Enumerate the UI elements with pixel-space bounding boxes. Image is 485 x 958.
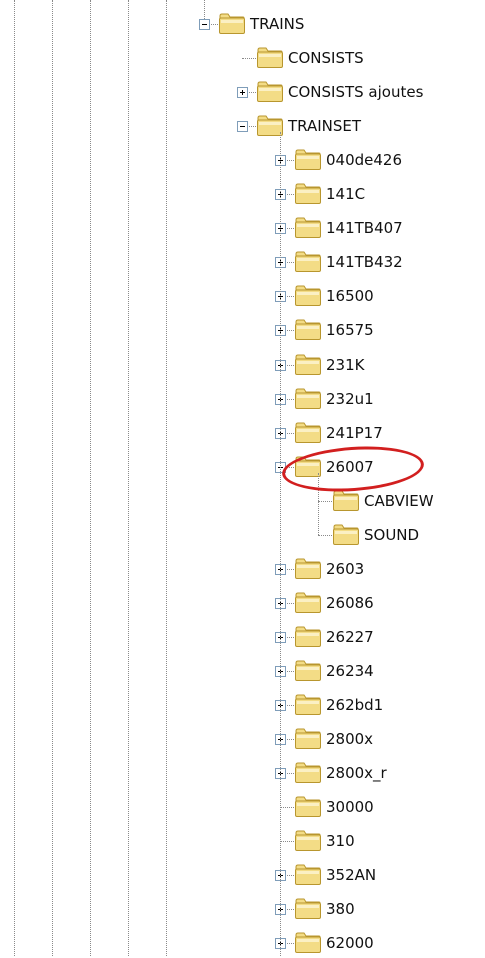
folder-icon xyxy=(294,217,322,239)
folder-icon xyxy=(294,149,322,171)
tree-node[interactable]: 141TB407 xyxy=(0,214,485,242)
tree-node-label[interactable]: 262bd1 xyxy=(324,695,385,715)
tree-node-label[interactable]: 232u1 xyxy=(324,389,376,409)
tree-node-label[interactable]: 16575 xyxy=(324,320,376,340)
tree-branch-line xyxy=(280,132,281,956)
folder-icon xyxy=(256,81,284,103)
tree-node[interactable]: CONSISTS xyxy=(0,44,485,72)
tree-node-label[interactable]: TRAINS xyxy=(248,14,306,34)
tree-node-label[interactable]: SOUND xyxy=(362,525,421,545)
tree-node[interactable]: 62000 xyxy=(0,929,485,957)
tree-node[interactable]: TRAINSET xyxy=(0,112,485,140)
tree-node-label[interactable]: 310 xyxy=(324,831,357,851)
folder-icon xyxy=(294,932,322,954)
tree-node[interactable]: 30000 xyxy=(0,793,485,821)
tree-node[interactable]: 231K xyxy=(0,351,485,379)
tree-node-label[interactable]: 26227 xyxy=(324,627,376,647)
tree-branch-line xyxy=(318,472,319,535)
folder-tree-view[interactable]: TRAINS CONSISTS CONSISTS ajoutes TRAINSET 04… xyxy=(0,0,485,956)
folder-icon xyxy=(294,864,322,886)
tree-node-label[interactable]: 141C xyxy=(324,184,367,204)
folder-icon xyxy=(294,422,322,444)
folder-icon xyxy=(294,762,322,784)
folder-icon xyxy=(294,388,322,410)
folder-icon xyxy=(294,558,322,580)
tree-node-label[interactable]: 26234 xyxy=(324,661,376,681)
tree-node-label[interactable]: CONSISTS xyxy=(286,48,366,68)
tree-node[interactable]: 141C xyxy=(0,180,485,208)
tree-node-label[interactable]: 141TB432 xyxy=(324,252,405,272)
tree-node[interactable]: 380 xyxy=(0,895,485,923)
tree-node-label[interactable]: 30000 xyxy=(324,797,376,817)
folder-icon xyxy=(332,490,360,512)
folder-icon xyxy=(218,13,246,35)
tree-node-label[interactable]: 2603 xyxy=(324,559,366,579)
tree-branch-line xyxy=(204,0,205,19)
tree-node-label[interactable]: 040de426 xyxy=(324,150,404,170)
folder-icon xyxy=(294,660,322,682)
tree-node[interactable]: CONSISTS ajoutes xyxy=(0,78,485,106)
folder-icon xyxy=(294,592,322,614)
tree-node[interactable]: 16575 xyxy=(0,316,485,344)
tree-node[interactable]: 232u1 xyxy=(0,385,485,413)
tree-node[interactable]: 2800x xyxy=(0,725,485,753)
tree-node-label[interactable]: 2800x xyxy=(324,729,375,749)
tree-node[interactable]: 352AN xyxy=(0,861,485,889)
folder-icon xyxy=(294,354,322,376)
tree-node-label[interactable]: 26007 xyxy=(324,457,376,477)
tree-node[interactable]: 141TB432 xyxy=(0,248,485,276)
folder-icon xyxy=(294,319,322,341)
folder-icon xyxy=(294,626,322,648)
tree-node[interactable]: 16500 xyxy=(0,282,485,310)
folder-icon xyxy=(294,898,322,920)
tree-node[interactable]: 262bd1 xyxy=(0,691,485,719)
tree-node-label[interactable]: 241P17 xyxy=(324,423,385,443)
tree-node[interactable]: CABVIEW xyxy=(0,487,485,515)
tree-node[interactable]: 26007 xyxy=(0,453,485,481)
folder-icon xyxy=(294,694,322,716)
tree-node[interactable]: SOUND xyxy=(0,521,485,549)
tree-node-label[interactable]: 16500 xyxy=(324,286,376,306)
tree-node-label[interactable]: 26086 xyxy=(324,593,376,613)
expand-plus-icon[interactable] xyxy=(237,87,248,99)
folder-icon xyxy=(332,524,360,546)
tree-node[interactable]: TRAINS xyxy=(0,10,485,38)
tree-node[interactable]: 2800x_r xyxy=(0,759,485,787)
tree-node-label[interactable]: TRAINSET xyxy=(286,116,363,136)
tree-node-label[interactable]: 62000 xyxy=(324,933,376,953)
folder-icon xyxy=(294,796,322,818)
tree-node[interactable]: 241P17 xyxy=(0,419,485,447)
tree-node-label[interactable]: 231K xyxy=(324,355,366,375)
tree-node[interactable]: 26227 xyxy=(0,623,485,651)
tree-node-label[interactable]: CABVIEW xyxy=(362,491,436,511)
collapse-minus-icon[interactable] xyxy=(237,121,248,133)
folder-icon xyxy=(256,47,284,69)
tree-node[interactable]: 26234 xyxy=(0,657,485,685)
folder-icon xyxy=(294,830,322,852)
tree-node-label[interactable]: 141TB407 xyxy=(324,218,405,238)
tree-node[interactable]: 040de426 xyxy=(0,146,485,174)
tree-node-label[interactable]: 2800x_r xyxy=(324,763,389,783)
folder-icon xyxy=(294,285,322,307)
folder-icon xyxy=(294,728,322,750)
folder-icon xyxy=(294,251,322,273)
tree-node[interactable]: 310 xyxy=(0,827,485,855)
tree-node-label[interactable]: 380 xyxy=(324,899,357,919)
tree-node[interactable]: 26086 xyxy=(0,589,485,617)
tree-node-label[interactable]: CONSISTS ajoutes xyxy=(286,82,425,102)
tree-node-label[interactable]: 352AN xyxy=(324,865,378,885)
collapse-minus-icon[interactable] xyxy=(199,19,210,30)
tree-node[interactable]: 2603 xyxy=(0,555,485,583)
folder-icon xyxy=(294,183,322,205)
